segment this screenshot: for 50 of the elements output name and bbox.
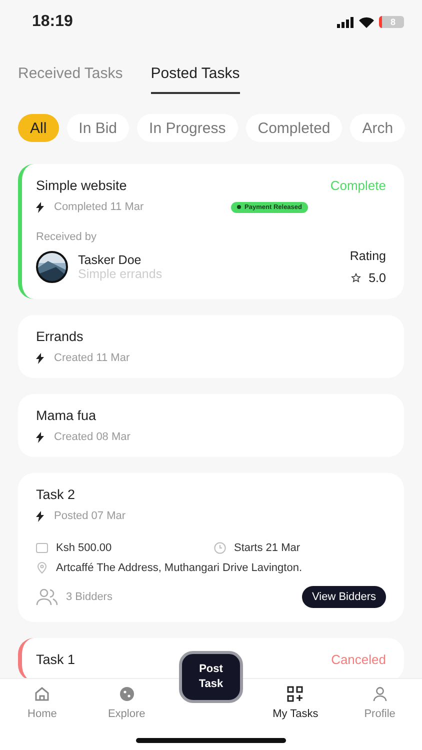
- bolt-icon: [36, 352, 44, 364]
- task-status: Complete: [330, 178, 386, 193]
- task-card[interactable]: Task 2 Posted 07 Mar Ksh 500.00 Starts 21 Mar Artcaffé The Address, Muthangari Drive Lavington. 3 Bidders View Bidders: [18, 473, 404, 622]
- filter-chip[interactable]: In Bid: [66, 114, 130, 142]
- wifi-icon: [359, 16, 374, 28]
- task-status: Canceled: [331, 652, 386, 667]
- rating-label: Rating: [350, 249, 386, 263]
- task-card[interactable]: Mama fua Created 08 Mar: [18, 394, 404, 457]
- blob-icon: [118, 686, 135, 702]
- grid-plus-icon: [287, 686, 304, 702]
- user-icon: [372, 686, 388, 702]
- star-icon: [350, 273, 361, 283]
- tab[interactable]: Posted Tasks: [150, 65, 240, 94]
- rating-value: 5.0: [368, 271, 386, 285]
- wallet-icon: [36, 543, 48, 553]
- task-start-date: Starts 21 Mar: [234, 542, 300, 554]
- filter-chip[interactable]: Arch: [350, 114, 406, 142]
- tasker-name: Tasker Doe: [78, 253, 142, 267]
- filter-chip[interactable]: Completed: [246, 114, 342, 142]
- task-date: Posted 07 Mar: [54, 510, 126, 522]
- home-icon: [34, 686, 50, 702]
- filter-chip[interactable]: All: [18, 114, 59, 142]
- task-date: Completed 11 Mar: [54, 201, 144, 213]
- task-title: Errands: [36, 329, 84, 344]
- clock-icon: [214, 542, 226, 554]
- people-icon: [36, 588, 58, 606]
- received-by-label: Received by: [36, 231, 98, 243]
- bolt-icon: [36, 202, 44, 212]
- task-title: Simple website: [36, 178, 127, 193]
- bidders-count: 3 Bidders: [66, 591, 112, 603]
- signal-icon: [337, 16, 354, 28]
- task-date: Created 11 Mar: [54, 352, 130, 364]
- nav-item[interactable]: Explore: [84, 685, 169, 729]
- task-card[interactable]: Errands Created 11 Mar: [18, 315, 404, 378]
- nav-item[interactable]: My Tasks: [253, 685, 338, 729]
- filter-chip[interactable]: In Progress: [137, 114, 238, 142]
- nav-item[interactable]: Home: [0, 685, 84, 729]
- task-title: Task 2: [36, 487, 76, 502]
- bolt-icon: [36, 432, 44, 442]
- nav-item[interactable]: Profile: [338, 685, 422, 729]
- location-pin-icon: [36, 562, 48, 574]
- task-title: Mama fua: [36, 408, 96, 423]
- task-price: Ksh 500.00: [56, 542, 113, 554]
- view-bidders-button[interactable]: View Bidders: [302, 586, 386, 608]
- post-task-button[interactable]: Post Task: [179, 651, 243, 703]
- status-time: 18:19: [32, 13, 73, 31]
- bolt-icon: [36, 510, 44, 522]
- task-location: Artcaffé The Address, Muthangari Drive Lavington.: [56, 562, 302, 574]
- task-title: Task 1: [36, 652, 76, 667]
- task-date: Created 08 Mar: [54, 431, 130, 443]
